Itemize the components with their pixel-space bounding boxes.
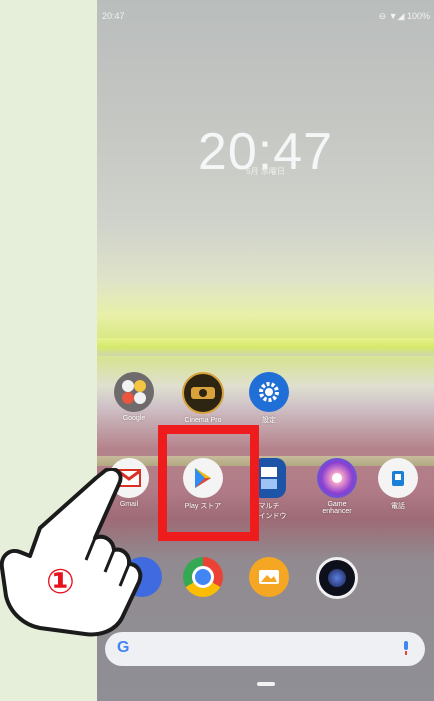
app-label: Cinema Pro bbox=[184, 417, 222, 424]
app-google-folder[interactable]: Google bbox=[104, 372, 164, 422]
cinema-pro-icon bbox=[182, 372, 224, 414]
pointing-hand-icon bbox=[0, 467, 150, 643]
camera-icon bbox=[316, 557, 358, 599]
settings-gear-icon bbox=[249, 372, 289, 412]
status-icons: ⊖ ▼◢ 100% bbox=[378, 11, 430, 21]
app-game-enhancer[interactable]: Game enhancer bbox=[307, 458, 367, 515]
google-folder-icon bbox=[114, 372, 154, 412]
app-camera[interactable] bbox=[307, 557, 367, 599]
app-gallery[interactable] bbox=[239, 557, 299, 597]
status-bar: 20:47 ⊖ ▼◢ 100% bbox=[97, 0, 434, 26]
lock-date: 5月 水曜日 bbox=[246, 167, 285, 176]
app-chrome[interactable] bbox=[173, 557, 233, 597]
status-time: 20:47 bbox=[102, 11, 125, 21]
home-gesture-handle[interactable] bbox=[257, 682, 275, 686]
gallery-icon bbox=[249, 557, 289, 597]
app-label: Game enhancer bbox=[322, 501, 352, 515]
step-number-label: ① bbox=[46, 562, 75, 602]
wallpaper-band bbox=[97, 338, 434, 356]
app-label: 設定 bbox=[262, 417, 276, 424]
app-label: Google bbox=[122, 415, 146, 422]
highlight-box bbox=[158, 425, 259, 541]
phone-icon bbox=[378, 458, 418, 498]
app-settings[interactable]: 設定 bbox=[239, 372, 299, 425]
app-label: 電話 bbox=[391, 503, 405, 510]
google-search-bar[interactable]: G bbox=[105, 632, 425, 666]
chrome-icon bbox=[183, 557, 223, 597]
game-enhancer-icon bbox=[317, 458, 357, 498]
app-phone[interactable]: 電話 bbox=[368, 458, 428, 511]
mic-icon[interactable] bbox=[401, 640, 411, 661]
app-cinema-pro[interactable]: Cinema Pro bbox=[173, 372, 233, 424]
